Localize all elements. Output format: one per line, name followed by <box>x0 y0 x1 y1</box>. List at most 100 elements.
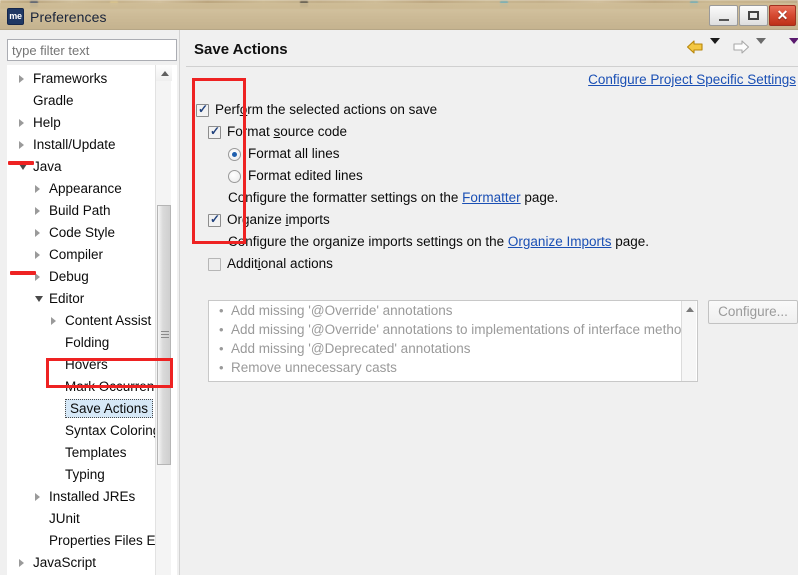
tree-expand-arrow-open-icon[interactable] <box>19 164 27 174</box>
organize-hint-post: page. <box>611 234 650 249</box>
tree-expand-arrow-closed-icon[interactable] <box>19 119 24 127</box>
panel-divider <box>179 30 180 575</box>
perform-on-save-row[interactable]: Perform the selected actions on save <box>196 102 437 117</box>
tree-expand-arrow-closed-icon[interactable] <box>35 207 40 215</box>
dialog-client-area: Frameworks Gradle Help Install/Update Java Ap… <box>0 30 798 575</box>
configure-button[interactable]: Configure... <box>708 300 798 324</box>
organize-hint-pre: Configure the organize imports settings … <box>228 234 508 249</box>
scrollbar-thumb[interactable] <box>157 205 171 465</box>
tree-expand-arrow-closed-icon[interactable] <box>35 185 40 193</box>
tree-item-label: Help <box>33 115 61 130</box>
tree-item-gradle[interactable]: Gradle <box>7 90 159 112</box>
scroll-up-button[interactable] <box>156 65 172 81</box>
organize-imports-hint-text: Configure the organize imports settings … <box>228 234 649 249</box>
maximize-button[interactable] <box>739 5 768 26</box>
actions-list-scrollbar[interactable] <box>681 301 696 381</box>
title-separator <box>186 66 798 67</box>
tree-item-content-assist[interactable]: Content Assist <box>7 310 159 332</box>
tree-expand-arrow-closed-icon[interactable] <box>35 251 40 259</box>
tree-item-installed-jres[interactable]: Installed JREs <box>7 486 159 508</box>
tree-item-typing[interactable]: Typing <box>7 464 159 486</box>
tree-expand-arrow-closed-icon[interactable] <box>51 317 56 325</box>
tree-item-label: Installed JREs <box>49 489 136 504</box>
back-arrow-icon[interactable] <box>686 39 704 60</box>
format-all-lines-row[interactable]: Format all lines <box>228 146 340 161</box>
format-source-code-row[interactable]: Format source code <box>208 124 347 139</box>
tree-expand-arrow-closed-icon[interactable] <box>19 75 24 83</box>
tree-scrollbar[interactable] <box>155 65 172 575</box>
tree-expand-arrow-closed-icon[interactable] <box>35 273 40 281</box>
close-button[interactable]: ✕ <box>769 5 796 26</box>
tree-item-build-path[interactable]: Build Path <box>7 200 159 222</box>
formatter-link[interactable]: Formatter <box>462 190 521 205</box>
tree-item-label: Folding <box>65 335 110 350</box>
tree-item-label: Mark Occurren <box>65 379 155 394</box>
tree-item-label: Syntax Coloring <box>65 423 161 438</box>
additional-actions-list[interactable]: Add missing '@Override' annotationsAdd m… <box>208 300 698 382</box>
format-edited-lines-radio[interactable] <box>228 170 241 183</box>
tree-item-label: Build Path <box>49 203 111 218</box>
filter-input[interactable] <box>7 39 177 61</box>
window-titlebar: me Preferences ✕ <box>0 3 798 30</box>
format-all-lines-radio[interactable] <box>228 148 241 161</box>
tree-item-label: Appearance <box>49 181 122 196</box>
configure-project-specific-settings-link[interactable]: Configure Project Specific Settings <box>588 72 796 87</box>
tree-item-label: Code Style <box>49 225 116 240</box>
additional-actions-row[interactable]: Additional actions <box>208 256 333 271</box>
tree-expand-arrow-open-icon[interactable] <box>35 296 43 306</box>
format-source-code-checkbox[interactable] <box>208 124 221 139</box>
tree-item-label: Debug <box>49 269 89 284</box>
tree-item-save-actions[interactable]: Save Actions <box>7 398 159 420</box>
tree-item-help[interactable]: Help <box>7 112 159 134</box>
tree-item-label: Typing <box>65 467 105 482</box>
tree-item-code-style[interactable]: Code Style <box>7 222 159 244</box>
list-item: Add missing '@Override' annotations to i… <box>209 320 697 339</box>
tree-expand-arrow-closed-icon[interactable] <box>19 559 24 567</box>
tree-item-folding[interactable]: Folding <box>7 332 159 354</box>
organize-imports-checkbox[interactable] <box>208 212 221 227</box>
tree-expand-arrow-closed-icon[interactable] <box>35 493 40 501</box>
preference-tree-list: Frameworks Gradle Help Install/Update Java Ap… <box>7 68 163 575</box>
minimize-button[interactable] <box>709 5 738 26</box>
tree-expand-arrow-closed-icon[interactable] <box>19 141 24 149</box>
format-source-code-label: Format source code <box>227 124 348 139</box>
tree-item-label: Hovers <box>65 357 108 372</box>
tree-item-label: Java <box>33 159 62 174</box>
tree-item-junit[interactable]: JUnit <box>7 508 159 530</box>
close-icon: ✕ <box>776 7 789 23</box>
tree-item-hovers[interactable]: Hovers <box>7 354 159 376</box>
tree-item-mark-occurren[interactable]: Mark Occurren <box>7 376 159 398</box>
forward-dropdown-chevron-down-icon[interactable] <box>756 38 766 62</box>
back-dropdown-chevron-down-icon[interactable] <box>710 38 720 62</box>
organize-imports-label: Organize imports <box>227 212 330 227</box>
tree-expand-arrow-closed-icon[interactable] <box>35 229 40 237</box>
organize-imports-link[interactable]: Organize Imports <box>508 234 612 249</box>
format-edited-lines-row[interactable]: Format edited lines <box>228 168 363 183</box>
preference-tree[interactable]: Frameworks Gradle Help Install/Update Java Ap… <box>7 65 177 575</box>
tree-item-install-update[interactable]: Install/Update <box>7 134 159 156</box>
maximize-icon <box>740 6 767 25</box>
perform-on-save-checkbox[interactable] <box>196 102 209 117</box>
minimize-icon <box>710 6 737 25</box>
tree-item-syntax-coloring[interactable]: Syntax Coloring <box>7 420 161 442</box>
tree-item-compiler[interactable]: Compiler <box>7 244 159 266</box>
format-all-lines-label: Format all lines <box>248 146 340 161</box>
tree-item-appearance[interactable]: Appearance <box>7 178 159 200</box>
tree-item-selected-highlight: Save Actions <box>65 399 154 418</box>
tree-item-debug[interactable]: Debug <box>7 266 159 288</box>
tree-item-frameworks[interactable]: Frameworks <box>7 68 159 90</box>
tree-item-label: Properties Files Ed <box>49 533 164 548</box>
perform-on-save-label: Perform the selected actions on save <box>215 102 438 117</box>
tree-item-label: JUnit <box>49 511 80 526</box>
tree-item-editor[interactable]: Editor <box>7 288 159 310</box>
save-actions-page: Save Actions Configure Project Specific … <box>186 30 798 575</box>
tree-item-javascript[interactable]: JavaScript <box>7 552 159 574</box>
page-menu-chevron-down-icon[interactable] <box>789 38 798 62</box>
organize-imports-row[interactable]: Organize imports <box>208 212 330 227</box>
format-edited-lines-label: Format edited lines <box>248 168 363 183</box>
tree-item-properties-files-ed[interactable]: Properties Files Ed <box>7 530 163 552</box>
forward-arrow-icon[interactable] <box>732 39 750 60</box>
additional-actions-checkbox[interactable] <box>208 258 221 271</box>
tree-item-templates[interactable]: Templates <box>7 442 159 464</box>
tree-item-java[interactable]: Java <box>7 156 159 178</box>
